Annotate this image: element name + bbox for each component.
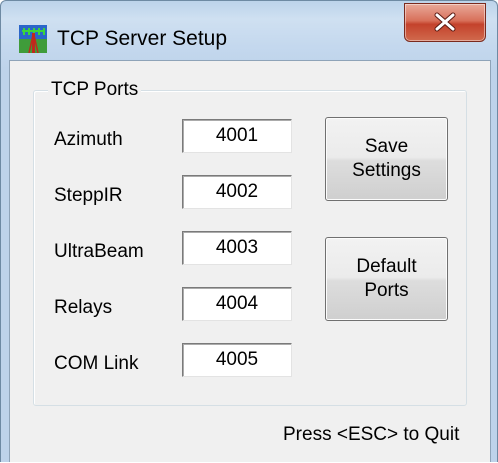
com-link-label: COM Link bbox=[54, 353, 139, 374]
default-button-line2: Ports bbox=[364, 280, 409, 301]
azimuth-label: Azimuth bbox=[54, 129, 123, 150]
steppir-label: SteppIR bbox=[54, 185, 123, 206]
steppir-port-input[interactable] bbox=[182, 175, 292, 209]
save-settings-button[interactable]: Save Settings bbox=[325, 117, 448, 201]
ultrabeam-port-input[interactable] bbox=[182, 231, 292, 265]
close-icon bbox=[434, 12, 456, 32]
window-title: TCP Server Setup bbox=[57, 27, 228, 50]
tcp-ports-group: TCP Ports Azimuth SteppIR UltraBeam Rela… bbox=[33, 79, 467, 406]
com-link-port-input[interactable] bbox=[182, 343, 292, 377]
save-button-line1: Save bbox=[364, 136, 409, 157]
default-ports-button[interactable]: Default Ports bbox=[325, 237, 448, 321]
save-button-line2: Settings bbox=[352, 160, 421, 181]
antenna-tower-icon bbox=[19, 25, 47, 54]
dialog-body: TCP Ports Azimuth SteppIR UltraBeam Rela… bbox=[9, 60, 491, 462]
dialog-window: TCP Server Setup TCP Ports Azimuth Stepp… bbox=[0, 0, 498, 462]
ultrabeam-label: UltraBeam bbox=[54, 241, 144, 262]
status-hint: Press <ESC> to Quit bbox=[283, 424, 460, 445]
relays-label: Relays bbox=[54, 297, 113, 318]
relays-port-input[interactable] bbox=[182, 287, 292, 321]
group-label: TCP Ports bbox=[48, 79, 142, 101]
default-button-line1: Default bbox=[356, 256, 417, 277]
azimuth-port-input[interactable] bbox=[182, 119, 292, 153]
close-button[interactable] bbox=[404, 3, 486, 42]
